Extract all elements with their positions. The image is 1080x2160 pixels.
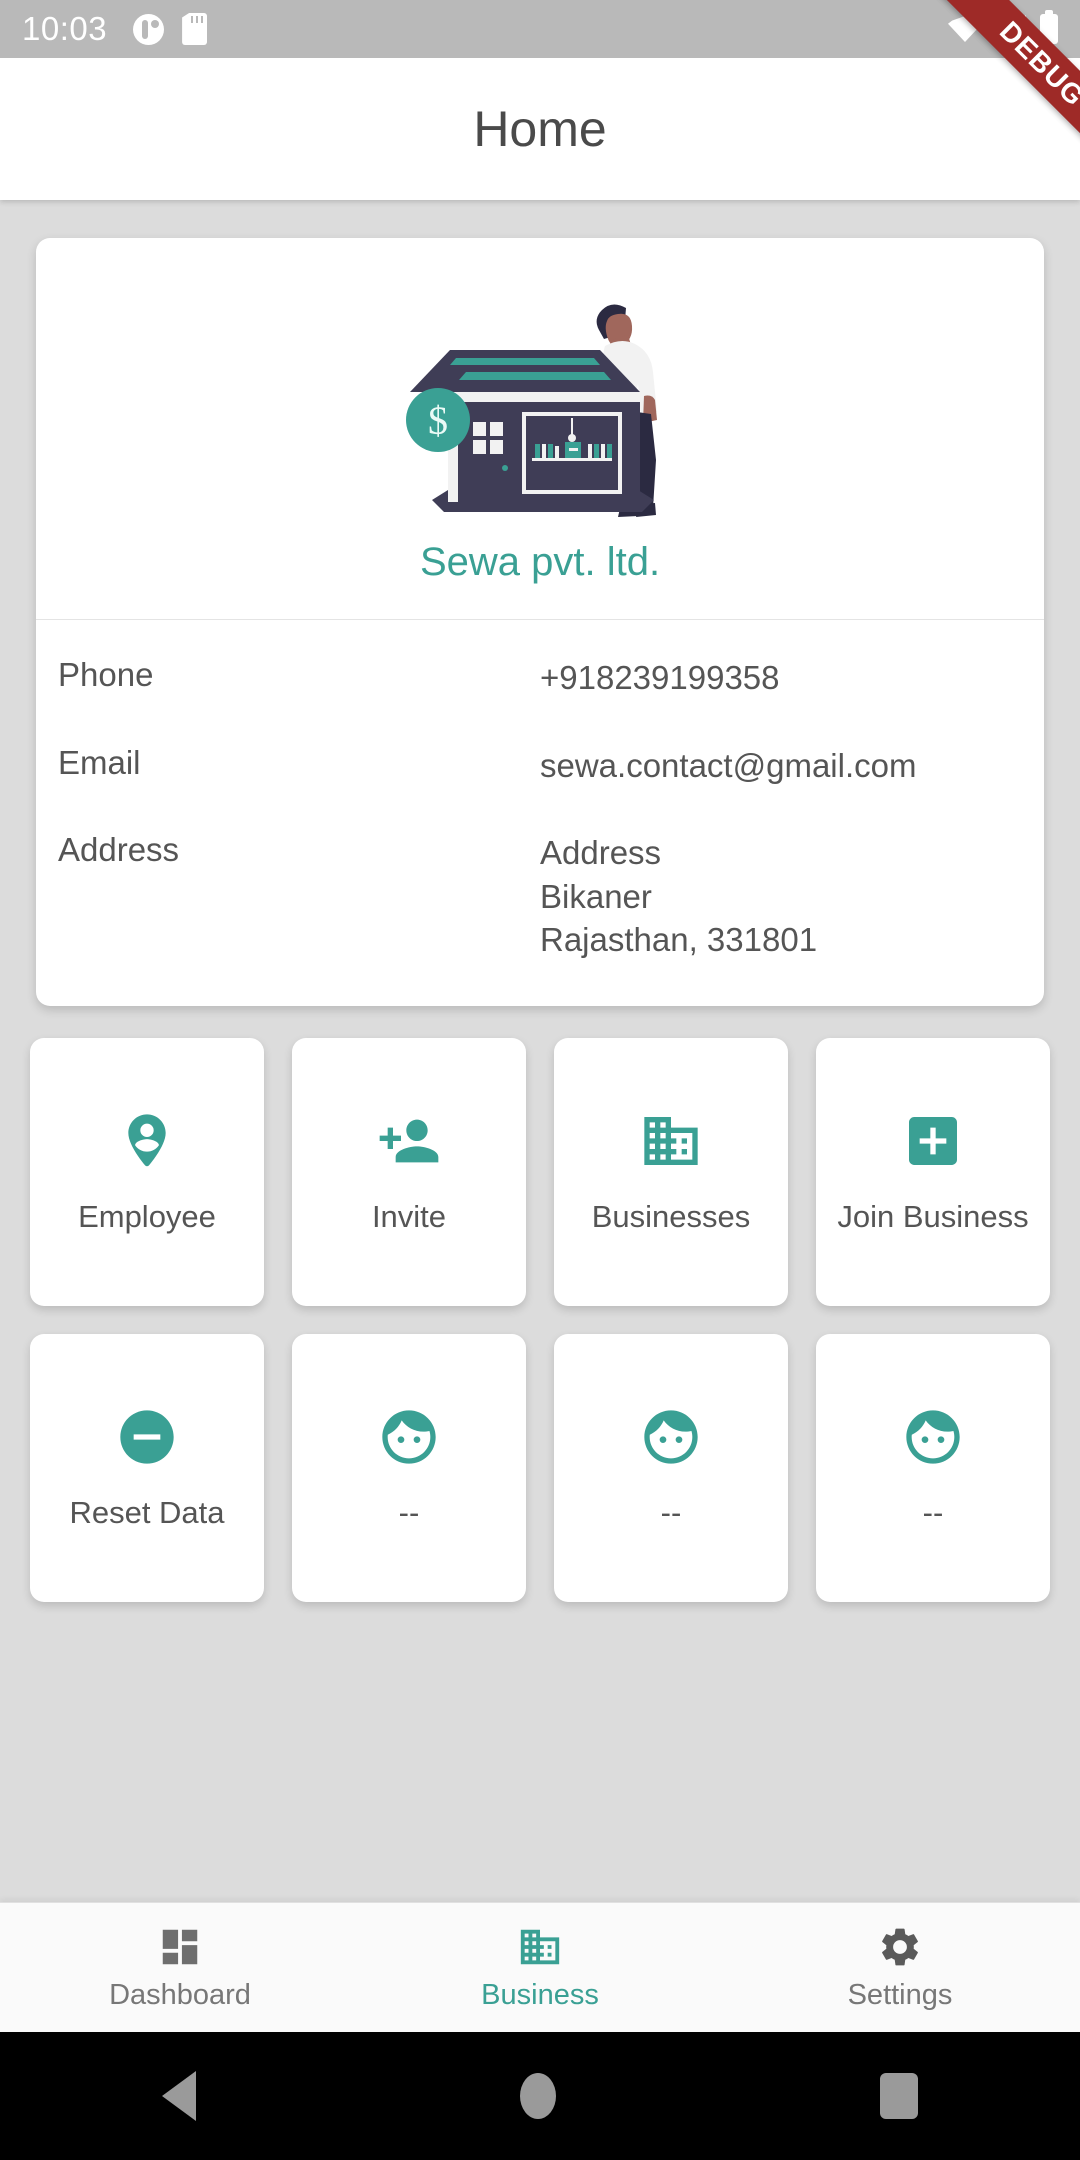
home-button[interactable]	[520, 2073, 556, 2119]
tile-label-invite: Invite	[371, 1198, 447, 1234]
face-icon	[906, 1410, 960, 1464]
business-name: Sewa pvt. ltd.	[419, 540, 661, 584]
tile-placeholder-2[interactable]: --	[554, 1333, 788, 1602]
recents-button[interactable]	[880, 2073, 918, 2119]
storefront-illustration: $	[36, 238, 1044, 530]
tile-invite[interactable]: Invite	[292, 1037, 526, 1306]
detail-value-address: Address Bikaner Rajasthan, 331801	[540, 834, 818, 959]
detail-value-email: sewa.contact@gmail.com	[540, 746, 917, 784]
android-system-nav	[0, 2032, 1080, 2160]
remove-circle-icon	[120, 1410, 174, 1464]
nav-item-business[interactable]: Business	[360, 1924, 720, 2012]
nav-label-dashboard: Dashboard	[109, 1978, 251, 2011]
person-pin-icon	[128, 1114, 166, 1166]
notification-circle-icon	[133, 13, 165, 45]
business-icon	[520, 1929, 560, 1964]
detail-row-phone: Phone +918239199358	[58, 656, 1022, 744]
phone-screen: 10:03 DEBUG Home $ Sewa pvt. ltd. Phone …	[0, 0, 1080, 2160]
detail-label-phone: Phone	[58, 656, 154, 693]
business-detail-rows: Phone +918239199358 Email sewa.contact@g…	[36, 620, 1044, 1006]
detail-row-email: Email sewa.contact@gmail.com	[58, 744, 1022, 832]
storefront-illustration-svg: $	[406, 304, 657, 517]
nav-item-dashboard[interactable]: Dashboard	[0, 1924, 360, 2012]
nav-label-settings: Settings	[847, 1978, 953, 2011]
tile-label-placeholder-2: --	[660, 1494, 682, 1530]
nav-label-business: Business	[481, 1978, 599, 2011]
tile-join-business[interactable]: Join Business	[816, 1037, 1050, 1306]
tile-label-join-business: Join Business	[837, 1198, 1029, 1234]
bottom-navigation-bar: Dashboard Business Settings	[0, 1902, 1080, 2032]
signal-icon	[996, 15, 1026, 43]
detail-row-address: Address Address Bikaner Rajasthan, 33180…	[58, 831, 1022, 966]
tile-businesses[interactable]: Businesses	[554, 1037, 788, 1306]
page-title: Home	[473, 101, 607, 157]
tile-employee[interactable]: Employee	[30, 1037, 264, 1306]
wifi-icon	[948, 16, 982, 42]
svg-text:$: $	[428, 398, 448, 443]
action-tiles-grid: Employee Invite Businesses Join Business	[0, 1006, 1080, 1602]
person-add-icon	[379, 1119, 439, 1163]
app-bar: Home	[0, 58, 1080, 200]
tile-label-placeholder-1: --	[398, 1494, 420, 1530]
status-bar-right-icons	[948, 10, 1058, 44]
sd-card-icon	[182, 13, 208, 45]
back-button[interactable]	[162, 2071, 196, 2121]
tile-label-reset-data: Reset Data	[69, 1494, 225, 1530]
building-icon	[644, 1116, 698, 1165]
add-box-icon	[909, 1116, 957, 1165]
status-bar-left-icons	[133, 13, 208, 45]
battery-icon	[1040, 10, 1058, 44]
tile-placeholder-3[interactable]: --	[816, 1333, 1050, 1602]
face-icon	[382, 1410, 436, 1464]
status-bar: 10:03	[0, 0, 1080, 58]
tile-label-businesses: Businesses	[591, 1198, 751, 1234]
tile-label-placeholder-3: --	[922, 1494, 944, 1530]
status-bar-time: 10:03	[22, 10, 108, 47]
detail-label-address: Address	[58, 831, 180, 869]
detail-value-phone: +918239199358	[540, 659, 780, 696]
settings-gear-icon	[882, 1928, 918, 1965]
face-icon	[644, 1410, 698, 1464]
business-info-card: $ Sewa pvt. ltd. Phone +918239199358 Ema…	[36, 238, 1044, 1006]
tile-reset-data[interactable]: Reset Data	[30, 1333, 264, 1602]
tile-label-employee: Employee	[78, 1198, 216, 1234]
dashboard-icon	[162, 1929, 198, 1964]
nav-item-settings[interactable]: Settings	[720, 1924, 1080, 2012]
content-scroll-area: $ Sewa pvt. ltd. Phone +918239199358 Ema…	[0, 200, 1080, 1902]
tile-placeholder-1[interactable]: --	[292, 1333, 526, 1602]
detail-label-email: Email	[58, 743, 141, 781]
